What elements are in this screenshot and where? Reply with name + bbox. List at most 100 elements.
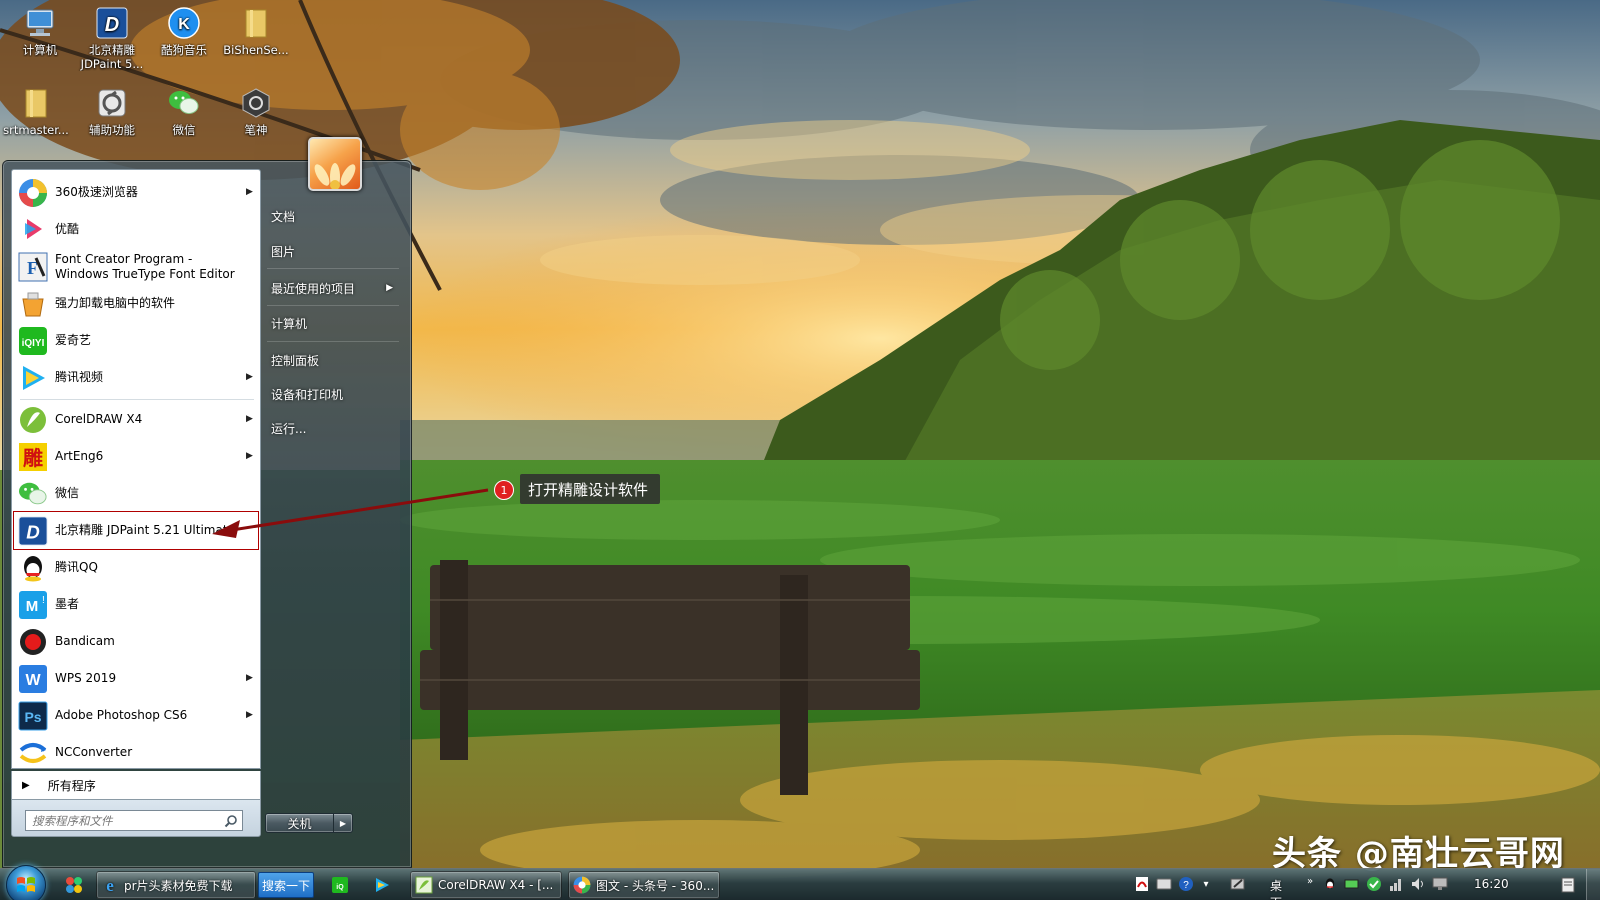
desktop-icon-accessibility[interactable]: 辅助功能 (76, 86, 148, 162)
desktop-toolbar-label[interactable]: 桌面 (1270, 877, 1282, 900)
folder-icon (239, 6, 273, 40)
start-right-recent-items[interactable]: 最近使用的项目 ▶ (267, 273, 401, 303)
svg-text:D: D (26, 521, 40, 542)
pen-icon[interactable] (1230, 876, 1246, 892)
network-icon[interactable] (1388, 876, 1404, 892)
svg-text:iQIYI: iQIYI (22, 338, 45, 349)
taskbar-search-button[interactable]: 搜索一下 (258, 872, 314, 898)
desktop-icon-label: 微信 (172, 123, 196, 137)
start-right-devices-printers[interactable]: 设备和打印机 (267, 379, 401, 409)
desktop-icon-bishen[interactable]: 笔神 (220, 86, 292, 162)
shutdown-options-button[interactable]: ▶ (334, 814, 352, 832)
program-item-youku[interactable]: 优酷 (14, 211, 258, 248)
computer-icon (23, 6, 57, 40)
jdpaint-icon: D (17, 515, 49, 547)
program-item-font-creator[interactable]: F Font Creator Program - Windows TrueType… (14, 248, 258, 285)
arteng-icon: 雕 (17, 441, 49, 473)
taskbar-button-label: pr片头素材免费下载 (124, 878, 233, 893)
keyboard-icon[interactable] (1156, 876, 1172, 892)
toolbar-chevron-icon[interactable]: » (1302, 873, 1318, 889)
user-account-picture[interactable] (308, 137, 362, 191)
start-right-pictures[interactable]: 图片 (267, 236, 401, 266)
pdf-tray-icon[interactable] (1134, 876, 1150, 892)
wechat-icon (167, 86, 201, 120)
coreldraw-icon (17, 404, 49, 436)
separator (267, 268, 399, 269)
desktop-icon-kugou[interactable]: K 酷狗音乐 (148, 6, 220, 82)
search-input[interactable] (25, 810, 243, 831)
start-right-control-panel[interactable]: 控制面板 (267, 345, 401, 375)
desktop-icon-label: 笔神 (244, 123, 268, 137)
bandicam-icon (17, 626, 49, 658)
program-item-360-browser[interactable]: 360极速浏览器 ▶ (14, 174, 258, 211)
desktop-icon-label: 计算机 (22, 43, 58, 57)
program-item-wechat[interactable]: 微信 (14, 475, 258, 512)
youku-icon (17, 214, 49, 246)
wechat-icon (17, 478, 49, 510)
show-desktop-button[interactable] (1586, 869, 1600, 900)
kugou-icon: K (167, 6, 201, 40)
program-item-mozhe[interactable]: M! 墨者 (14, 586, 258, 623)
shutdown-button[interactable]: 关机 (266, 814, 334, 832)
right-item-label: 控制面板 (271, 353, 320, 368)
qq-tray-icon[interactable] (1322, 876, 1338, 892)
program-label: 优酷 (55, 222, 80, 236)
volume-icon[interactable] (1410, 876, 1426, 892)
desktop-icon-label-line2: JDPaint 5... (80, 57, 144, 71)
separator (267, 341, 399, 342)
display-icon[interactable] (1432, 876, 1448, 892)
submenu-arrow-icon: ▶ (246, 673, 253, 683)
program-label: ArtEng6 (55, 449, 104, 463)
colorful-app-icon (66, 877, 82, 893)
program-item-photoshop[interactable]: Ps Adobe Photoshop CS6 ▶ (14, 697, 258, 734)
desktop-icon-jdpaint[interactable]: D 北京精雕 JDPaint 5... (76, 6, 148, 82)
taskbar-button-coreldraw[interactable]: CorelDRAW X4 - [... (410, 871, 562, 899)
desktop-icon-label: 酷狗音乐 (161, 43, 207, 57)
desktop-icon-wechat[interactable]: 微信 (148, 86, 220, 162)
help-icon[interactable]: ? (1178, 876, 1194, 892)
desktop-icon-srtmaster[interactable]: srtmaster... (0, 86, 72, 162)
taskbar-button-360-browser[interactable]: 图文 - 头条号 - 360... (568, 871, 720, 899)
start-right-run[interactable]: 运行... (267, 413, 401, 443)
taskbar: e pr片头素材免费下载 搜索一下 iQ CorelDRAW X4 - [...… (0, 865, 1600, 900)
program-label: 微信 (55, 486, 80, 500)
program-label: CorelDRAW X4 (55, 412, 143, 426)
taskbar-pinned-app[interactable] (62, 873, 86, 897)
taskbar-clock[interactable]: 16:20 (1474, 877, 1509, 891)
submenu-arrow-icon: ▶ (246, 451, 253, 461)
taskbar-pinned-iqiyi[interactable]: iQ (328, 873, 352, 897)
program-item-uninstaller[interactable]: 强力卸载电脑中的软件 (14, 285, 258, 322)
security-shield-icon[interactable] (1366, 876, 1382, 892)
program-item-tencent-video[interactable]: 腾讯视频 ▶ (14, 359, 258, 396)
battery-icon[interactable] (1344, 876, 1360, 892)
separator (20, 399, 254, 400)
ime-options-icon[interactable]: ▾ (1198, 876, 1214, 892)
right-item-label: 设备和打印机 (271, 387, 344, 402)
start-right-documents[interactable]: 文档 (267, 201, 401, 231)
program-item-qq[interactable]: 腾讯QQ (14, 549, 258, 586)
action-center-icon[interactable] (1560, 877, 1576, 893)
360-browser-icon (17, 177, 49, 209)
start-right-computer[interactable]: 计算机 (267, 308, 401, 338)
program-item-coreldraw[interactable]: CorelDRAW X4 ▶ (14, 401, 258, 438)
program-item-arteng[interactable]: 雕 ArtEng6 ▶ (14, 438, 258, 475)
taskbar-button-label: CorelDRAW X4 - [... (438, 878, 554, 892)
svg-text:W: W (25, 672, 41, 689)
search-icon[interactable] (224, 814, 238, 828)
program-item-bandicam[interactable]: Bandicam (14, 623, 258, 660)
taskbar-pinned-tencent-video[interactable] (370, 873, 394, 897)
desktop-icon-bishense[interactable]: BiShenSe... (220, 6, 292, 82)
all-programs-button[interactable]: ▶ 所有程序 (11, 771, 261, 799)
all-programs-label: 所有程序 (47, 778, 96, 793)
start-button[interactable] (6, 865, 46, 900)
taskbar-button-ie[interactable]: e pr片头素材免费下载 (96, 871, 256, 899)
program-item-iqiyi[interactable]: iQIYI 爱奇艺 (14, 322, 258, 359)
desktop-icon-computer[interactable]: 计算机 (4, 6, 76, 82)
submenu-arrow-icon: ▶ (246, 372, 253, 382)
desktop-icon-label: 辅助功能 (89, 123, 135, 137)
program-item-ncconverter[interactable]: NCConverter (14, 734, 258, 771)
program-item-wps[interactable]: W WPS 2019 ▶ (14, 660, 258, 697)
program-item-jdpaint[interactable]: D 北京精雕 JDPaint 5.21 Ultimate (13, 511, 259, 550)
submenu-arrow-icon: ▶ (246, 414, 253, 424)
program-label: NCConverter (55, 745, 133, 759)
